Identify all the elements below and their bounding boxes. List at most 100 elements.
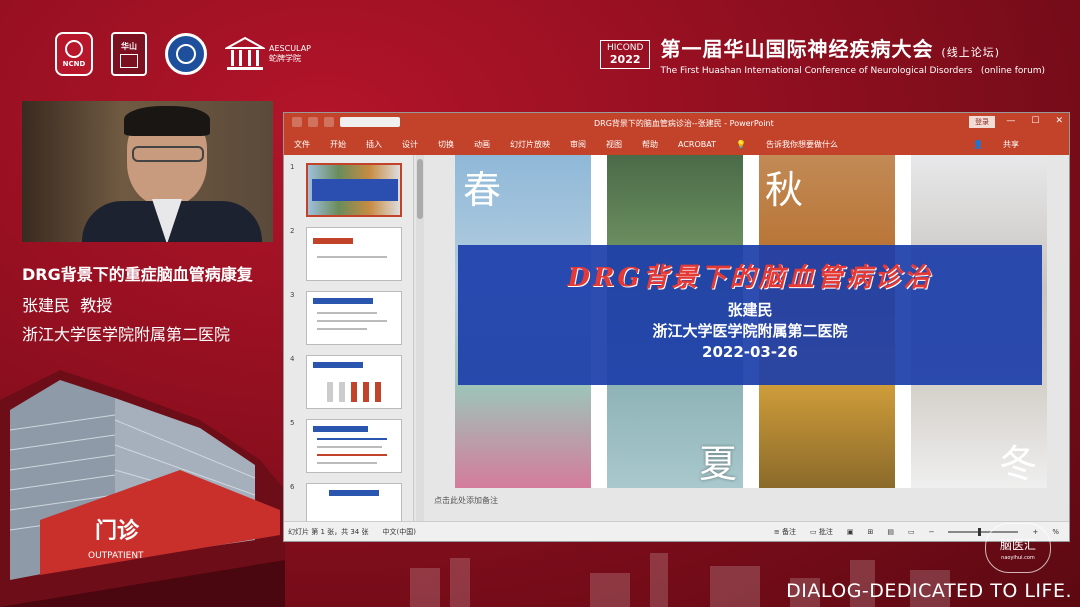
slide-thumbnail[interactable] — [306, 419, 402, 473]
tab-acrobat[interactable]: ACROBAT — [678, 140, 716, 149]
zoom-out-icon[interactable]: − — [929, 528, 935, 536]
normal-view-icon[interactable]: ▣ — [847, 528, 854, 536]
talk-title: DRG背景下的重症脑血管病康复 — [22, 265, 253, 284]
conference-subtitle: The First Huashan International Conferen… — [660, 66, 1045, 76]
tab-home[interactable]: 开始 — [330, 139, 346, 150]
slide-thumb-2[interactable]: 2 — [290, 227, 402, 281]
notes-toggle[interactable]: ≡ 备注 — [774, 527, 796, 537]
tab-review[interactable]: 审阅 — [570, 139, 586, 150]
minimize-icon[interactable]: — — [1006, 116, 1015, 126]
slide-count: 幻灯片 第 1 张，共 34 张 — [288, 527, 369, 536]
tell-me-search[interactable]: 💡 告诉我你想要做什么 — [736, 139, 858, 150]
tab-file[interactable]: 文件 — [294, 139, 310, 150]
thumb-bars — [327, 382, 387, 402]
ppt-workspace: 1 2 3 4 5 6 春 夏 秋 冬 DRG背景下的脑血管病诊治 张建民 浙江… — [284, 155, 1069, 523]
conference-header: HICOND 2022 第一届华山国际神经疾病大会 (线上论坛) The Fir… — [600, 33, 1045, 76]
tab-animations[interactable]: 动画 — [474, 139, 490, 150]
redo-icon[interactable] — [324, 117, 334, 127]
quick-access-extras[interactable] — [340, 117, 400, 127]
hicond-label: HICOND — [607, 42, 644, 53]
undo-icon[interactable] — [308, 117, 318, 127]
hospital-building-image: 门诊 OUTPATIENT — [0, 370, 285, 607]
svg-text:门诊: 门诊 — [95, 518, 140, 544]
tab-slideshow[interactable]: 幻灯片放映 — [510, 139, 550, 150]
aesculap-text: AESCULAP — [269, 44, 311, 54]
thumb-bar — [313, 426, 368, 432]
thumb-line — [317, 438, 387, 440]
person-icon: 👤 — [973, 139, 983, 149]
close-icon[interactable]: ✕ — [1055, 116, 1063, 126]
slide-institution: 浙江大学医学院附属第二医院 — [652, 322, 848, 340]
slide-thumbnail[interactable] — [306, 163, 402, 217]
speaker-glasses — [132, 146, 204, 162]
conference-title-text: 第一届华山国际神经疾病大会 — [660, 37, 934, 61]
thumb-line — [317, 312, 377, 314]
slide-thumb-6[interactable]: 6 — [290, 483, 402, 523]
share-label: 共享 — [1003, 139, 1019, 149]
tab-transitions[interactable]: 切换 — [438, 139, 454, 150]
temple-icon — [225, 36, 265, 70]
brand-name: 脑医汇 — [999, 537, 1036, 552]
reading-view-icon[interactable]: ▤ — [887, 528, 894, 536]
aesculap-logo: AESCULAP 蛇牌学院 — [225, 36, 311, 72]
notes-icon: ≡ — [773, 527, 782, 536]
slide-author: 张建民 — [727, 301, 773, 319]
slide-thumb-5[interactable]: 5 — [290, 419, 402, 473]
comments-toggle[interactable]: ▭ 批注 — [810, 527, 833, 537]
tab-design[interactable]: 设计 — [402, 139, 418, 150]
slideshow-view-icon[interactable]: ▭ — [908, 528, 915, 536]
huashan-logo: 华山 — [111, 32, 147, 76]
season-summer: 夏 — [699, 442, 738, 486]
conference-en-tag: (online forum) — [980, 66, 1046, 76]
speaker-name-role: 张建民 教授 — [22, 292, 112, 316]
slide-thumbnail-pane: 1 2 3 4 5 6 — [284, 155, 414, 523]
slide-title: DRG背景下的脑血管病诊治 — [567, 263, 933, 293]
tab-insert[interactable]: 插入 — [366, 139, 382, 150]
quick-access-toolbar — [292, 117, 400, 127]
thumb-bar — [329, 490, 379, 496]
ppt-titlebar: DRG背景下的脑血管病诊治--张建民 - PowerPoint 登录 — ☐ ✕ — [284, 113, 1069, 133]
conference-en: The First Huashan International Conferen… — [660, 66, 973, 76]
speaker-role: 教授 — [80, 296, 113, 315]
thumb-number: 4 — [290, 355, 295, 363]
season-spring: 春 — [463, 168, 502, 212]
thumbnail-scrollbar[interactable] — [416, 155, 424, 523]
powerpoint-window: DRG背景下的脑血管病诊治--张建民 - PowerPoint 登录 — ☐ ✕… — [283, 112, 1070, 542]
slide-thumb-4[interactable]: 4 — [290, 355, 402, 409]
zoom-level[interactable]: % — [1052, 528, 1059, 536]
status-bar: 幻灯片 第 1 张，共 34 张 中文(中国) ≡ 备注 ▭ 批注 ▣ ⊞ ▤ … — [284, 521, 1069, 541]
sponsor-logos: NCND 华山 AESCULAP 蛇牌学院 — [55, 32, 311, 76]
share-button[interactable]: 👤 共享 — [973, 139, 1039, 150]
ncnd-logo: NCND — [55, 32, 93, 76]
maximize-icon[interactable]: ☐ — [1031, 116, 1039, 126]
conference-title: 第一届华山国际神经疾病大会 (线上论坛) — [660, 33, 1045, 62]
document-title: DRG背景下的脑血管病诊治--张建民 - PowerPoint — [594, 119, 774, 128]
scrollbar-thumb[interactable] — [417, 159, 423, 219]
slide-thumbnail[interactable] — [306, 291, 402, 345]
slide-thumbnail[interactable] — [306, 483, 402, 523]
tab-help[interactable]: 帮助 — [642, 139, 658, 150]
notes-placeholder[interactable]: 点击此处添加备注 — [434, 495, 498, 506]
comment-icon: ▭ — [810, 527, 819, 536]
footer-tagline: DIALOG-DEDICATED TO LIFE. — [786, 580, 1072, 602]
speaker-video — [22, 101, 273, 242]
thumb-line — [317, 328, 367, 330]
save-icon[interactable] — [292, 117, 302, 127]
speaker-name: 张建民 — [22, 296, 71, 315]
svg-text:OUTPATIENT: OUTPATIENT — [88, 551, 144, 561]
slide-thumbnail[interactable] — [306, 355, 402, 409]
slide-canvas[interactable]: 春 夏 秋 冬 DRG背景下的脑血管病诊治 张建民 浙江大学医学院附属第二医院 … — [455, 155, 1047, 488]
thumb-line — [317, 256, 387, 258]
sorter-view-icon[interactable]: ⊞ — [867, 528, 873, 536]
slide-thumb-1[interactable]: 1 — [290, 163, 402, 217]
slide-thumbnail[interactable] — [306, 227, 402, 281]
login-button[interactable]: 登录 — [969, 116, 995, 128]
thumb-banner — [312, 179, 398, 201]
ribbon-tabs: 文件 开始 插入 设计 切换 动画 幻灯片放映 审阅 视图 帮助 ACROBAT… — [284, 133, 1069, 155]
language-indicator[interactable]: 中文(中国) — [383, 527, 416, 537]
conference-tag: (线上论坛) — [941, 46, 1001, 59]
slide-thumb-3[interactable]: 3 — [290, 291, 402, 345]
tab-view[interactable]: 视图 — [606, 139, 622, 150]
thumb-line — [317, 320, 387, 322]
thumb-line — [317, 462, 377, 464]
